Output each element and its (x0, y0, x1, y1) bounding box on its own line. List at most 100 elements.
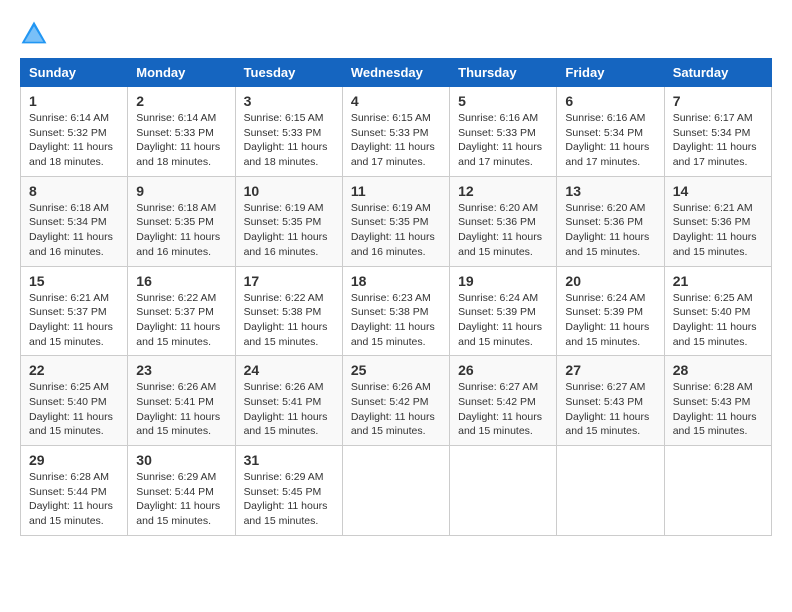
day-number: 22 (29, 362, 119, 378)
week-row-3: 15 Sunrise: 6:21 AMSunset: 5:37 PMDaylig… (21, 266, 772, 356)
weekday-thursday: Thursday (450, 59, 557, 87)
week-row-5: 29 Sunrise: 6:28 AMSunset: 5:44 PMDaylig… (21, 446, 772, 536)
day-number: 27 (565, 362, 655, 378)
day-number: 18 (351, 273, 441, 289)
day-info: Sunrise: 6:14 AMSunset: 5:33 PMDaylight:… (136, 111, 226, 170)
day-info: Sunrise: 6:21 AMSunset: 5:37 PMDaylight:… (29, 291, 119, 350)
day-cell: 26 Sunrise: 6:27 AMSunset: 5:42 PMDaylig… (450, 356, 557, 446)
day-info: Sunrise: 6:15 AMSunset: 5:33 PMDaylight:… (244, 111, 334, 170)
day-number: 24 (244, 362, 334, 378)
day-info: Sunrise: 6:18 AMSunset: 5:35 PMDaylight:… (136, 201, 226, 260)
day-cell: 20 Sunrise: 6:24 AMSunset: 5:39 PMDaylig… (557, 266, 664, 356)
day-number: 30 (136, 452, 226, 468)
day-number: 19 (458, 273, 548, 289)
day-cell: 19 Sunrise: 6:24 AMSunset: 5:39 PMDaylig… (450, 266, 557, 356)
day-cell: 13 Sunrise: 6:20 AMSunset: 5:36 PMDaylig… (557, 176, 664, 266)
day-info: Sunrise: 6:24 AMSunset: 5:39 PMDaylight:… (458, 291, 548, 350)
day-cell: 12 Sunrise: 6:20 AMSunset: 5:36 PMDaylig… (450, 176, 557, 266)
day-number: 16 (136, 273, 226, 289)
week-row-4: 22 Sunrise: 6:25 AMSunset: 5:40 PMDaylig… (21, 356, 772, 446)
day-info: Sunrise: 6:19 AMSunset: 5:35 PMDaylight:… (244, 201, 334, 260)
day-cell: 9 Sunrise: 6:18 AMSunset: 5:35 PMDayligh… (128, 176, 235, 266)
day-number: 2 (136, 93, 226, 109)
day-number: 3 (244, 93, 334, 109)
day-cell: 5 Sunrise: 6:16 AMSunset: 5:33 PMDayligh… (450, 87, 557, 177)
page-header (20, 20, 772, 48)
day-cell: 25 Sunrise: 6:26 AMSunset: 5:42 PMDaylig… (342, 356, 449, 446)
weekday-header-row: SundayMondayTuesdayWednesdayThursdayFrid… (21, 59, 772, 87)
day-info: Sunrise: 6:28 AMSunset: 5:44 PMDaylight:… (29, 470, 119, 529)
day-cell: 31 Sunrise: 6:29 AMSunset: 5:45 PMDaylig… (235, 446, 342, 536)
day-info: Sunrise: 6:26 AMSunset: 5:42 PMDaylight:… (351, 380, 441, 439)
day-info: Sunrise: 6:15 AMSunset: 5:33 PMDaylight:… (351, 111, 441, 170)
week-row-2: 8 Sunrise: 6:18 AMSunset: 5:34 PMDayligh… (21, 176, 772, 266)
day-info: Sunrise: 6:18 AMSunset: 5:34 PMDaylight:… (29, 201, 119, 260)
day-info: Sunrise: 6:25 AMSunset: 5:40 PMDaylight:… (673, 291, 763, 350)
day-number: 13 (565, 183, 655, 199)
day-cell: 4 Sunrise: 6:15 AMSunset: 5:33 PMDayligh… (342, 87, 449, 177)
day-cell: 29 Sunrise: 6:28 AMSunset: 5:44 PMDaylig… (21, 446, 128, 536)
day-cell: 8 Sunrise: 6:18 AMSunset: 5:34 PMDayligh… (21, 176, 128, 266)
day-number: 26 (458, 362, 548, 378)
day-info: Sunrise: 6:27 AMSunset: 5:42 PMDaylight:… (458, 380, 548, 439)
day-cell: 17 Sunrise: 6:22 AMSunset: 5:38 PMDaylig… (235, 266, 342, 356)
day-cell: 28 Sunrise: 6:28 AMSunset: 5:43 PMDaylig… (664, 356, 771, 446)
weekday-wednesday: Wednesday (342, 59, 449, 87)
day-number: 17 (244, 273, 334, 289)
day-info: Sunrise: 6:23 AMSunset: 5:38 PMDaylight:… (351, 291, 441, 350)
calendar-table: SundayMondayTuesdayWednesdayThursdayFrid… (20, 58, 772, 536)
day-cell: 18 Sunrise: 6:23 AMSunset: 5:38 PMDaylig… (342, 266, 449, 356)
day-number: 15 (29, 273, 119, 289)
day-cell: 23 Sunrise: 6:26 AMSunset: 5:41 PMDaylig… (128, 356, 235, 446)
day-info: Sunrise: 6:29 AMSunset: 5:45 PMDaylight:… (244, 470, 334, 529)
day-info: Sunrise: 6:14 AMSunset: 5:32 PMDaylight:… (29, 111, 119, 170)
day-info: Sunrise: 6:27 AMSunset: 5:43 PMDaylight:… (565, 380, 655, 439)
day-cell: 30 Sunrise: 6:29 AMSunset: 5:44 PMDaylig… (128, 446, 235, 536)
day-info: Sunrise: 6:24 AMSunset: 5:39 PMDaylight:… (565, 291, 655, 350)
weekday-friday: Friday (557, 59, 664, 87)
day-cell: 7 Sunrise: 6:17 AMSunset: 5:34 PMDayligh… (664, 87, 771, 177)
day-cell: 15 Sunrise: 6:21 AMSunset: 5:37 PMDaylig… (21, 266, 128, 356)
day-cell (450, 446, 557, 536)
day-number: 28 (673, 362, 763, 378)
day-number: 29 (29, 452, 119, 468)
day-info: Sunrise: 6:22 AMSunset: 5:37 PMDaylight:… (136, 291, 226, 350)
day-info: Sunrise: 6:20 AMSunset: 5:36 PMDaylight:… (458, 201, 548, 260)
day-number: 9 (136, 183, 226, 199)
day-cell (557, 446, 664, 536)
day-cell: 27 Sunrise: 6:27 AMSunset: 5:43 PMDaylig… (557, 356, 664, 446)
day-info: Sunrise: 6:16 AMSunset: 5:34 PMDaylight:… (565, 111, 655, 170)
day-number: 11 (351, 183, 441, 199)
day-info: Sunrise: 6:16 AMSunset: 5:33 PMDaylight:… (458, 111, 548, 170)
day-cell: 10 Sunrise: 6:19 AMSunset: 5:35 PMDaylig… (235, 176, 342, 266)
weekday-monday: Monday (128, 59, 235, 87)
day-info: Sunrise: 6:25 AMSunset: 5:40 PMDaylight:… (29, 380, 119, 439)
day-number: 8 (29, 183, 119, 199)
day-number: 14 (673, 183, 763, 199)
day-cell: 16 Sunrise: 6:22 AMSunset: 5:37 PMDaylig… (128, 266, 235, 356)
day-number: 21 (673, 273, 763, 289)
logo (20, 20, 52, 48)
day-cell: 2 Sunrise: 6:14 AMSunset: 5:33 PMDayligh… (128, 87, 235, 177)
day-number: 10 (244, 183, 334, 199)
day-number: 5 (458, 93, 548, 109)
day-info: Sunrise: 6:19 AMSunset: 5:35 PMDaylight:… (351, 201, 441, 260)
day-cell (664, 446, 771, 536)
day-number: 25 (351, 362, 441, 378)
day-info: Sunrise: 6:29 AMSunset: 5:44 PMDaylight:… (136, 470, 226, 529)
day-cell: 21 Sunrise: 6:25 AMSunset: 5:40 PMDaylig… (664, 266, 771, 356)
day-cell: 1 Sunrise: 6:14 AMSunset: 5:32 PMDayligh… (21, 87, 128, 177)
calendar-body: 1 Sunrise: 6:14 AMSunset: 5:32 PMDayligh… (21, 87, 772, 536)
day-cell: 11 Sunrise: 6:19 AMSunset: 5:35 PMDaylig… (342, 176, 449, 266)
day-cell: 3 Sunrise: 6:15 AMSunset: 5:33 PMDayligh… (235, 87, 342, 177)
weekday-saturday: Saturday (664, 59, 771, 87)
day-number: 12 (458, 183, 548, 199)
day-number: 20 (565, 273, 655, 289)
logo-icon (20, 20, 48, 48)
day-info: Sunrise: 6:17 AMSunset: 5:34 PMDaylight:… (673, 111, 763, 170)
day-info: Sunrise: 6:21 AMSunset: 5:36 PMDaylight:… (673, 201, 763, 260)
day-cell (342, 446, 449, 536)
day-info: Sunrise: 6:20 AMSunset: 5:36 PMDaylight:… (565, 201, 655, 260)
week-row-1: 1 Sunrise: 6:14 AMSunset: 5:32 PMDayligh… (21, 87, 772, 177)
day-info: Sunrise: 6:28 AMSunset: 5:43 PMDaylight:… (673, 380, 763, 439)
